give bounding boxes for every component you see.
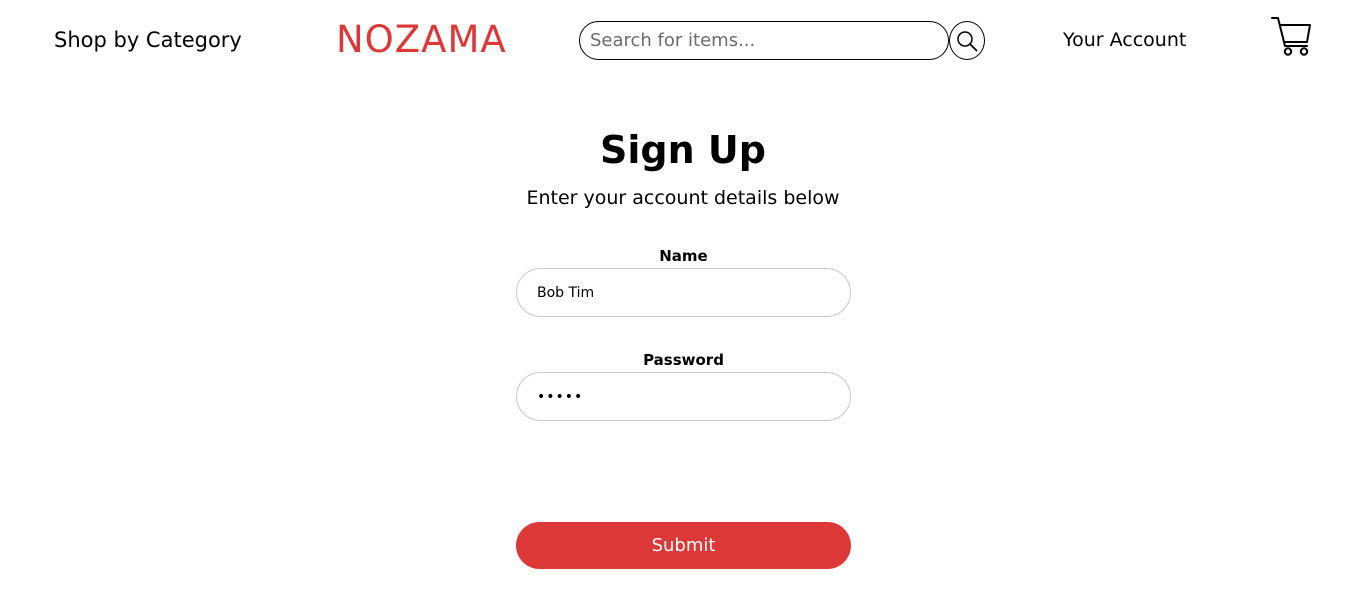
search-input[interactable] bbox=[579, 21, 949, 60]
password-label: Password bbox=[643, 351, 724, 369]
search-button[interactable] bbox=[949, 21, 985, 60]
top-nav: Shop by Category NOZAMA Your Account bbox=[0, 0, 1366, 80]
name-field[interactable] bbox=[516, 268, 851, 317]
password-field[interactable] bbox=[516, 372, 851, 421]
name-label: Name bbox=[659, 247, 708, 265]
page-title: Sign Up bbox=[600, 128, 766, 172]
page-subtitle: Enter your account details below bbox=[526, 187, 840, 209]
cart-icon bbox=[1270, 15, 1314, 59]
submit-button[interactable]: Submit bbox=[516, 522, 851, 569]
your-account-link[interactable]: Your Account bbox=[1063, 26, 1186, 54]
search-icon bbox=[956, 30, 978, 52]
shop-by-category-link[interactable]: Shop by Category bbox=[54, 26, 242, 54]
site-logo[interactable]: NOZAMA bbox=[336, 18, 507, 62]
cart-button[interactable] bbox=[1270, 15, 1314, 59]
